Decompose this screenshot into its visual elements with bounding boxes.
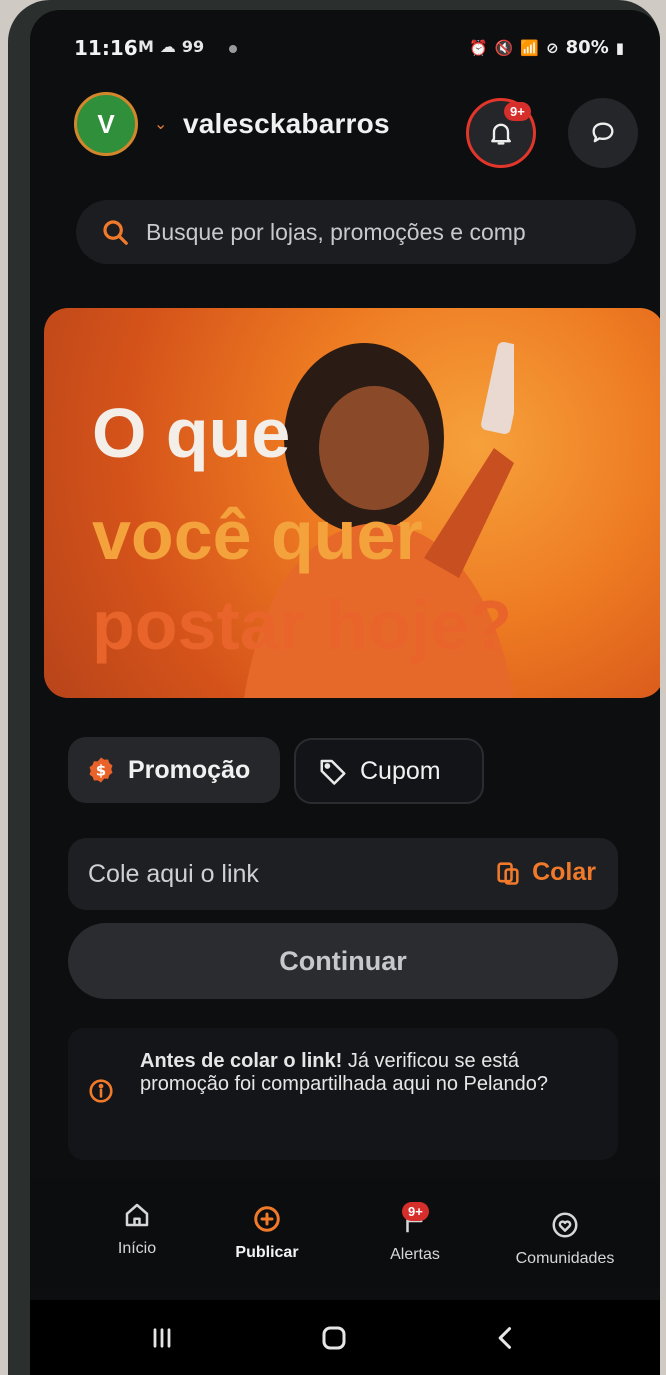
tag-icon (320, 759, 346, 785)
home-square-icon (322, 1326, 346, 1350)
back-button[interactable] (486, 1318, 526, 1358)
status-bar: 11:16 M ☁ 99 ⏰ 🔇 📶 ⊘ 80% ▮ (30, 34, 660, 68)
front-camera (229, 45, 237, 53)
alarm-icon: ⏰ (469, 38, 488, 57)
paste-button[interactable]: Colar (494, 858, 596, 887)
mute-icon: 🔇 (494, 38, 514, 57)
messages-button[interactable] (568, 98, 638, 168)
nav-home-label: Início (117, 1240, 157, 1257)
search-icon (103, 220, 128, 245)
svg-text:$: $ (96, 762, 106, 780)
hero-headline-line3: postar hoje? (92, 586, 513, 664)
recent-apps-button[interactable] (142, 1318, 182, 1358)
paste-label: Colar (532, 858, 596, 886)
link-input-placeholder: Cole aqui o link (88, 859, 259, 888)
notification-count-icon: 99 (181, 37, 205, 56)
search-bar[interactable]: Busque por lojas, promoções e comp (76, 200, 636, 264)
home-icon (125, 1203, 149, 1227)
nav-communities[interactable]: Comunidades (490, 1210, 640, 1268)
hero-headline-line1: O que (92, 394, 291, 472)
cloud-icon: ☁ (159, 37, 176, 56)
notifications-badge: 9+ (504, 102, 531, 121)
nav-publish-label: Publicar (235, 1244, 299, 1261)
status-time: 11:16 (74, 36, 138, 60)
info-notice: Antes de colar o link! Já verificou se e… (68, 1028, 618, 1160)
username[interactable]: valesckabarros (183, 108, 390, 140)
nav-alerts-label: Alertas (390, 1246, 440, 1263)
app-screen: 11:16 M ☁ 99 ⏰ 🔇 📶 ⊘ 80% ▮ V ⌄ valesckab… (30, 10, 660, 1375)
chevron-down-icon[interactable]: ⌄ (154, 114, 167, 133)
battery-icon: ▮ (615, 38, 624, 57)
battery-level: 80% (565, 37, 609, 58)
continue-label: Continuar (279, 945, 407, 976)
chat-bubble-icon (592, 122, 614, 143)
info-icon (89, 1079, 113, 1103)
dollar-coin-icon: $ (89, 757, 113, 783)
nav-publish[interactable]: Publicar (212, 1204, 322, 1262)
search-placeholder: Busque por lojas, promoções e comp (146, 218, 526, 245)
home-button[interactable] (314, 1318, 354, 1358)
wifi-icon: 📶 (520, 38, 540, 57)
phone-frame: 11:16 M ☁ 99 ⏰ 🔇 📶 ⊘ 80% ▮ V ⌄ valesckab… (8, 0, 660, 1375)
promotion-label: Promoção (128, 755, 251, 784)
bell-icon (491, 123, 511, 145)
back-chevron-icon (498, 1327, 512, 1349)
heart-circle-icon (552, 1212, 578, 1238)
recent-apps-icon (153, 1328, 171, 1348)
info-heading: Antes de colar o link! (140, 1050, 343, 1072)
nav-home[interactable]: Início (82, 1200, 192, 1258)
hero-headline-line2: você quer (92, 496, 423, 574)
promotion-type-button[interactable]: $ Promoção (68, 737, 280, 803)
continue-button[interactable]: Continuar (68, 923, 618, 999)
coupon-label: Cupom (360, 756, 441, 785)
nav-communities-label: Comunidades (515, 1250, 615, 1267)
info-text: Antes de colar o link! Já verificou se e… (140, 1050, 610, 1096)
hero-banner: O que você quer postar hoje? (44, 308, 660, 698)
dnd-icon: ⊘ (546, 38, 559, 57)
avatar[interactable]: V (74, 92, 138, 156)
gmail-icon: M (138, 37, 154, 56)
status-system-icons: ⏰ 🔇 📶 ⊘ 80% ▮ (469, 37, 624, 58)
link-input[interactable]: Cole aqui o link Colar (68, 838, 618, 910)
alerts-badge: 9+ (402, 1202, 429, 1221)
paste-icon (497, 861, 519, 885)
coupon-type-button[interactable]: Cupom (294, 738, 484, 804)
avatar-initial: V (97, 108, 115, 139)
bottom-navigation: Início Publicar Alertas Comunidades (30, 1178, 660, 1288)
status-notification-icons: M ☁ 99 (138, 37, 204, 56)
add-circle-icon (254, 1206, 280, 1232)
system-navigation-bar (30, 1300, 660, 1375)
